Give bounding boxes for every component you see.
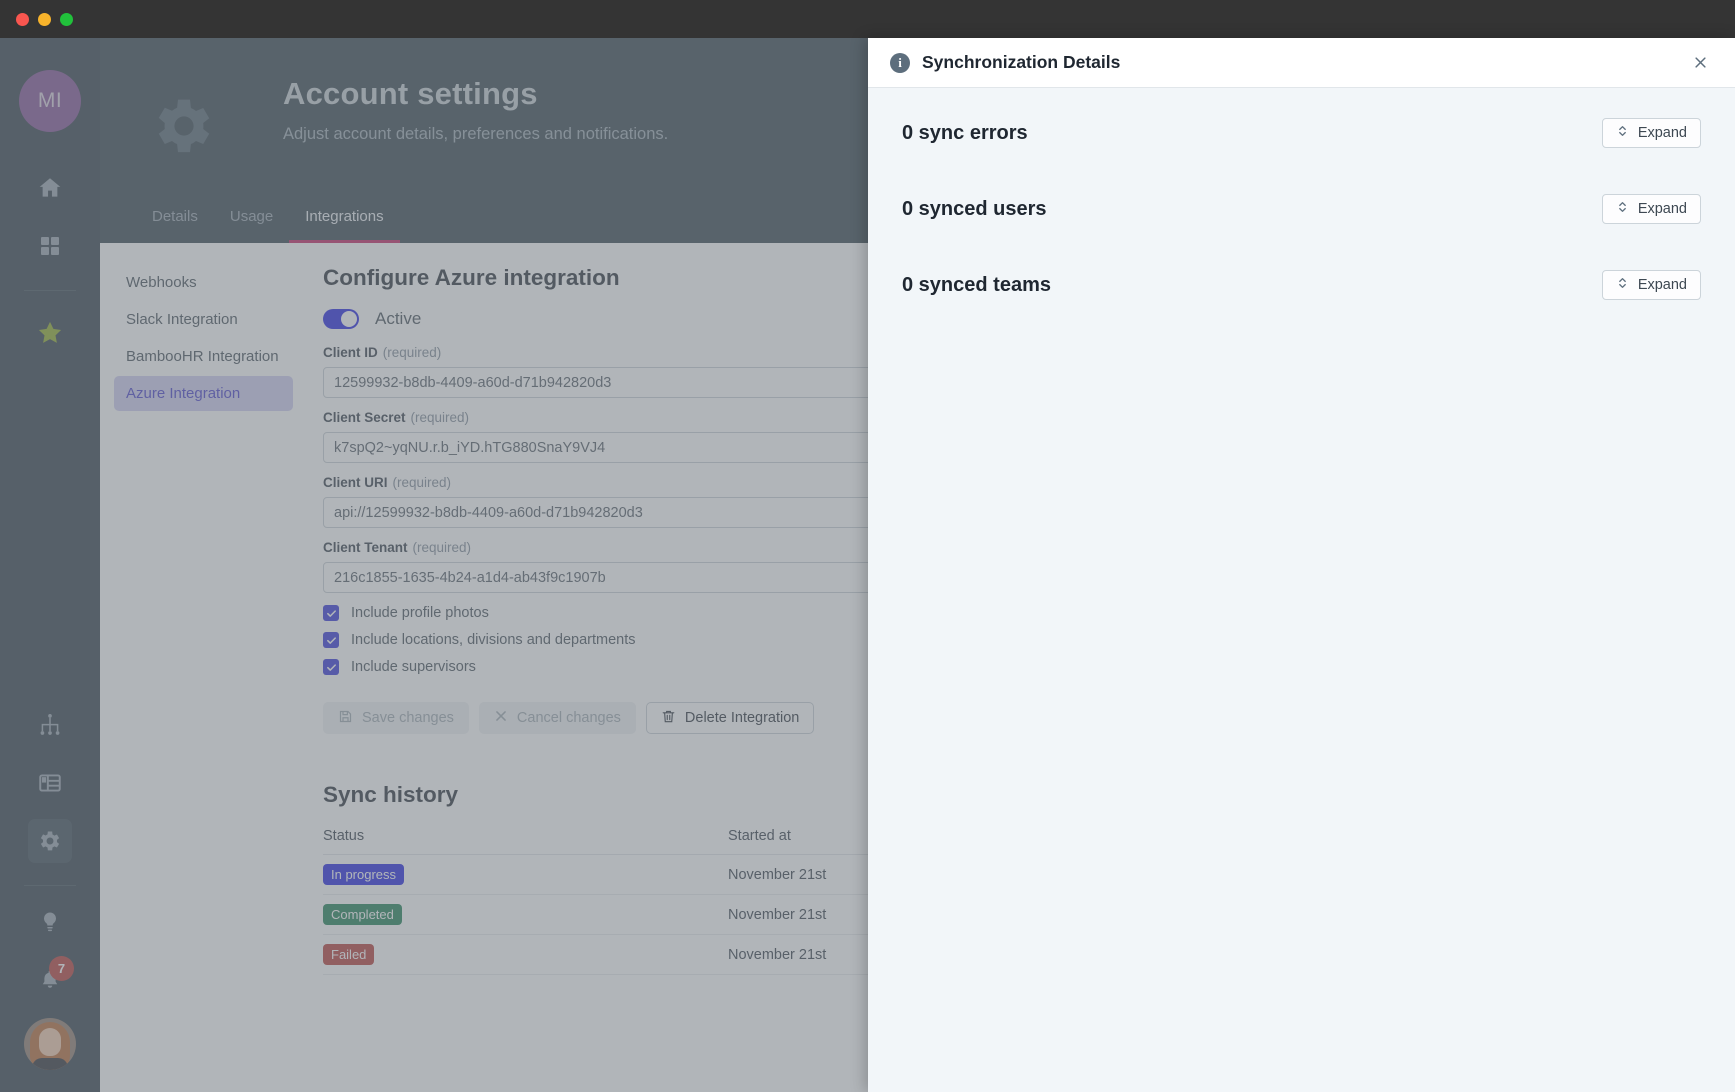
delete-integration-button[interactable]: Delete Integration <box>645 702 815 734</box>
button-label: Expand <box>1637 125 1687 141</box>
sync-errors-section: 0 sync errors Expand <box>902 118 1701 148</box>
user-avatar[interactable] <box>24 1018 76 1070</box>
expand-synced-teams-button[interactable]: Expand <box>1601 270 1701 300</box>
window-zoom-button[interactable] <box>60 13 73 26</box>
button-label: Delete Integration <box>684 710 800 726</box>
check-icon <box>326 663 336 671</box>
sidebar-item-webhooks[interactable]: Webhooks <box>114 265 293 300</box>
synchronization-details-drawer: i Synchronization Details 0 sync errors … <box>868 38 1735 1092</box>
synced-teams-label: 0 synced teams <box>902 273 1051 296</box>
cell-status: In progress <box>323 854 728 895</box>
sidebar-item-favorites[interactable] <box>28 311 72 355</box>
synced-teams-section: 0 synced teams Expand <box>902 270 1701 300</box>
traffic-lights <box>16 13 73 26</box>
sidebar-item-settings[interactable] <box>28 819 72 863</box>
checkbox-include-locations[interactable] <box>323 632 339 648</box>
star-icon <box>36 319 64 347</box>
avatar-body <box>32 1058 68 1070</box>
notification-badge: 7 <box>49 956 74 981</box>
check-icon <box>326 636 336 644</box>
cell-status: Failed <box>323 934 728 975</box>
field-required-marker: (required) <box>410 410 470 425</box>
window-titlebar <box>0 0 1735 38</box>
field-label-text: Client Secret <box>323 410 406 425</box>
checkbox-include-profile-photos[interactable] <box>323 605 339 621</box>
expand-vertical-icon <box>1616 276 1629 294</box>
gear-icon <box>37 828 63 854</box>
avatar-face <box>39 1028 61 1056</box>
sidebar-item-notifications[interactable]: 7 <box>28 956 74 1002</box>
sidebar-item-home[interactable] <box>28 166 72 210</box>
button-label: Expand <box>1637 201 1687 217</box>
drawer-body: 0 sync errors Expand 0 synced users Expa… <box>868 88 1735 1092</box>
field-required-marker: (required) <box>382 345 442 360</box>
close-icon[interactable] <box>1687 50 1713 76</box>
rail-divider-top <box>24 290 76 291</box>
status-badge: Completed <box>323 904 402 925</box>
org-chart-icon <box>37 712 63 738</box>
status-badge: Failed <box>323 944 375 965</box>
tab-details[interactable]: Details <box>136 196 214 243</box>
checkbox-include-supervisors[interactable] <box>323 659 339 675</box>
synced-users-section: 0 synced users Expand <box>902 194 1701 224</box>
gear-icon <box>148 90 220 167</box>
expand-vertical-icon <box>1616 124 1629 142</box>
field-label-text: Client URI <box>323 475 388 490</box>
account-initials: MI <box>37 89 63 112</box>
lightbulb-icon <box>38 910 62 934</box>
window-minimize-button[interactable] <box>38 13 51 26</box>
sidebar-item-bamboohr-integration[interactable]: BambooHR Integration <box>114 339 293 374</box>
save-icon <box>338 709 353 728</box>
tab-usage[interactable]: Usage <box>214 196 289 243</box>
rail-divider-bottom <box>24 885 76 886</box>
home-icon <box>37 175 63 201</box>
cell-status: Completed <box>323 894 728 935</box>
expand-sync-errors-button[interactable]: Expand <box>1601 118 1701 148</box>
sidebar-item-dashboard[interactable] <box>28 224 72 268</box>
check-icon <box>326 609 336 617</box>
expand-synced-users-button[interactable]: Expand <box>1601 194 1701 224</box>
grid-icon <box>38 234 62 258</box>
save-changes-button[interactable]: Save changes <box>323 702 469 734</box>
info-icon: i <box>890 52 910 73</box>
button-label: Expand <box>1637 277 1687 293</box>
button-label: Save changes <box>362 710 454 726</box>
checkbox-label: Include locations, divisions and departm… <box>351 632 636 648</box>
left-nav-rail: MI 7 <box>0 38 100 1092</box>
sidebar-item-directory[interactable] <box>28 761 72 805</box>
drawer-header: i Synchronization Details <box>868 38 1735 88</box>
field-label-text: Client ID <box>323 345 378 360</box>
window-close-button[interactable] <box>16 13 29 26</box>
tab-integrations[interactable]: Integrations <box>289 196 400 243</box>
toggle-knob <box>341 311 357 327</box>
trash-icon <box>661 709 676 728</box>
cancel-changes-button[interactable]: Cancel changes <box>478 702 636 734</box>
synced-users-label: 0 synced users <box>902 197 1047 220</box>
page-tabs: Details Usage Integrations <box>136 196 400 243</box>
field-label-text: Client Tenant <box>323 540 408 555</box>
checkbox-label: Include supervisors <box>351 659 476 675</box>
checkbox-label: Include profile photos <box>351 605 489 621</box>
table-icon <box>37 770 63 796</box>
app-window: MI 7 Account settings Adjust account det… <box>0 0 1735 1092</box>
sidebar-item-azure-integration[interactable]: Azure Integration <box>114 376 293 411</box>
sidebar-item-tips[interactable] <box>28 900 72 944</box>
close-icon <box>494 709 508 727</box>
column-header-status: Status <box>323 828 728 855</box>
sidebar-item-org-chart[interactable] <box>28 703 72 747</box>
sidebar-item-slack-integration[interactable]: Slack Integration <box>114 302 293 337</box>
status-badge: In progress <box>323 864 405 885</box>
button-label: Cancel changes <box>516 710 621 726</box>
field-required-marker: (required) <box>392 475 452 490</box>
sync-errors-label: 0 sync errors <box>902 121 1028 144</box>
drawer-title: Synchronization Details <box>922 52 1121 72</box>
settings-sidebar: Webhooks Slack Integration BambooHR Inte… <box>100 243 305 1092</box>
account-avatar[interactable]: MI <box>19 70 81 132</box>
expand-vertical-icon <box>1616 200 1629 218</box>
active-toggle[interactable] <box>323 309 359 329</box>
active-toggle-label: Active <box>375 309 422 328</box>
field-required-marker: (required) <box>412 540 472 555</box>
